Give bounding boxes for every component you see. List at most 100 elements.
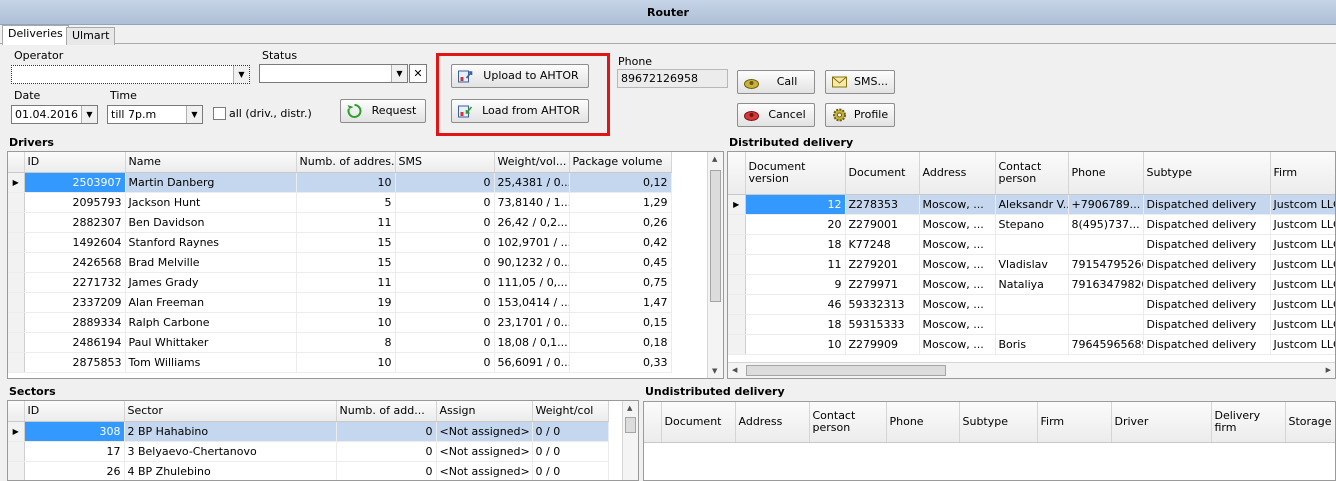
chevron-down-icon[interactable]: ▼ [81, 106, 97, 123]
table-row[interactable]: 10 Z279909 Moscow, ... Boris 79645965689… [728, 334, 1335, 355]
row-indicator [728, 234, 746, 255]
cell-firm: Justcom LLC [1270, 314, 1335, 335]
col-storage-id[interactable]: Storage ID [1285, 402, 1335, 443]
col-phone[interactable]: Phone [886, 402, 960, 443]
date-value: 01.04.2016 [15, 108, 78, 121]
request-label: Request [371, 104, 417, 117]
cell-doc-version: 46 [745, 294, 846, 315]
table-row[interactable]: 2882307 Ben Davidson 11 0 26,42 / 0,2...… [8, 212, 672, 233]
col-sector[interactable]: Sector [124, 401, 337, 422]
col-document[interactable]: Document [661, 402, 736, 443]
tab-deliveries[interactable]: Deliveries [2, 25, 69, 45]
table-row[interactable]: ▶ 2503907 Martin Danberg 10 0 25,4381 / … [8, 172, 672, 193]
table-row[interactable]: ▶ 12 Z278353 Moscow, ... Aleksandr V....… [728, 194, 1335, 215]
col-package-volume[interactable]: Package volume [569, 152, 672, 173]
col-delivery-firm[interactable]: Delivery firm [1211, 402, 1286, 443]
table-row[interactable]: 2889334 Ralph Carbone 10 0 23,1701 / 0..… [8, 312, 672, 333]
cell-contact: Boris [995, 334, 1069, 355]
col-name[interactable]: Name [125, 152, 297, 173]
cancel-button[interactable]: Cancel [737, 103, 815, 127]
col-firm[interactable]: Firm [1037, 402, 1112, 443]
cell-name: Ralph Carbone [125, 312, 297, 333]
scroll-right-icon[interactable]: ▶ [1326, 366, 1331, 374]
col-phone[interactable]: Phone [1068, 152, 1144, 195]
table-row[interactable]: 2271732 James Grady 11 0 111,05 / 0,... … [8, 272, 672, 293]
table-row[interactable]: ▶ 308 2 BP Hahabino 0 <Not assigned> 0 /… [8, 421, 609, 442]
scroll-down-icon[interactable]: ▼ [712, 367, 717, 375]
col-document[interactable]: Document [845, 152, 920, 195]
table-row[interactable]: 2337209 Alan Freeman 19 0 153,0414 / ...… [8, 292, 672, 313]
table-row[interactable]: 18 59315333 Moscow, ... Dispatched deliv… [728, 314, 1335, 335]
table-row[interactable]: 18 K77248 Moscow, ... Dispatched deliver… [728, 234, 1335, 255]
col-numb-addresses[interactable]: Numb. of addres. [296, 152, 396, 173]
col-id[interactable]: ID [24, 152, 126, 173]
col-subtype[interactable]: Subtype [959, 402, 1038, 443]
col-subtype[interactable]: Subtype [1143, 152, 1271, 195]
distributed-horizontal-scrollbar[interactable]: ◀ ▶ [728, 362, 1335, 378]
cell-sms: 0 [395, 332, 495, 353]
cell-numb: 10 [296, 172, 396, 193]
header-indicator [728, 152, 746, 195]
cell-weight: 0 / 0 [532, 441, 609, 462]
chevron-down-icon[interactable]: ▼ [233, 66, 249, 83]
clear-status-icon[interactable]: ✕ [409, 64, 427, 83]
time-select[interactable]: till 7p.m ▼ [107, 105, 203, 124]
operator-select[interactable]: ▼ [11, 65, 250, 84]
cell-doc-version: 9 [745, 274, 846, 295]
col-numb-addresses[interactable]: Numb. of add... [336, 401, 437, 422]
request-button[interactable]: Request [340, 99, 426, 123]
col-contact-person[interactable]: Contact person [995, 152, 1069, 195]
table-row[interactable]: 20 Z279001 Moscow, ... Stepano 8(495)737… [728, 214, 1335, 235]
sectors-vertical-scrollbar[interactable]: ▲ [622, 401, 638, 480]
col-weight-col[interactable]: Weight/col [532, 401, 609, 422]
col-contact-person[interactable]: Contact person [809, 402, 887, 443]
drivers-vertical-scrollbar[interactable]: ▲ ▼ [707, 152, 723, 378]
table-row[interactable]: 2875853 Tom Williams 10 0 56,6091 / 0...… [8, 352, 672, 373]
cell-assign[interactable]: <Not assigned> [436, 461, 533, 480]
cell-numb: 5 [296, 192, 396, 213]
scroll-thumb[interactable] [625, 417, 636, 433]
cell-assign[interactable]: <Not assigned> [436, 421, 533, 442]
status-select[interactable]: ▼ [259, 64, 408, 83]
cell-name: Martin Danberg [125, 172, 297, 193]
upload-to-ahtor-button[interactable]: Upload to AHTOR [451, 64, 589, 88]
scroll-thumb[interactable] [710, 170, 721, 302]
col-address[interactable]: Address [919, 152, 996, 195]
tab-bar: Deliveries Ulmart [0, 25, 1336, 45]
chevron-down-icon[interactable]: ▼ [186, 106, 202, 123]
cell-assign[interactable]: <Not assigned> [436, 441, 533, 462]
col-driver[interactable]: Driver [1111, 402, 1212, 443]
scroll-thumb[interactable] [746, 365, 946, 376]
col-address[interactable]: Address [735, 402, 810, 443]
table-row[interactable]: 17 3 Belyaevo-Chertanovo 0 <Not assigned… [8, 441, 609, 462]
col-document-version[interactable]: Document version [745, 152, 846, 195]
col-firm[interactable]: Firm [1270, 152, 1335, 195]
sms-button[interactable]: SMS... [825, 70, 895, 94]
distributed-grid: Document version Document Address Contac… [727, 151, 1336, 379]
load-from-ahtor-button[interactable]: Load from AHTOR [451, 99, 589, 123]
table-row[interactable]: 11 Z279201 Moscow, ... Vladislav 7915479… [728, 254, 1335, 275]
table-row[interactable]: 9 Z279971 Moscow, ... Nataliya 791634798… [728, 274, 1335, 295]
table-row[interactable]: 2486194 Paul Whittaker 8 0 18,08 / 0,1..… [8, 332, 672, 353]
table-row[interactable]: 26 4 BP Zhulebino 0 <Not assigned> 0 / 0 [8, 461, 609, 480]
date-field[interactable]: 01.04.2016 ▼ [11, 105, 98, 124]
cell-firm: Justcom LLC [1270, 214, 1335, 235]
col-weight-volume[interactable]: Weight/vol... [494, 152, 570, 173]
all-checkbox[interactable] [213, 107, 226, 120]
col-assign[interactable]: Assign [436, 401, 533, 422]
table-row[interactable]: 2426568 Brad Melville 15 0 90,1232 / 0..… [8, 252, 672, 273]
date-label: Date [14, 89, 41, 102]
table-row[interactable]: 2095793 Jackson Hunt 5 0 73,8140 / 1... … [8, 192, 672, 213]
table-row[interactable]: 1492604 Stanford Raynes 15 0 102,9701 / … [8, 232, 672, 253]
call-button[interactable]: Call [737, 70, 815, 94]
scroll-left-icon[interactable]: ◀ [732, 366, 737, 374]
profile-button[interactable]: Profile [825, 103, 895, 127]
col-sms[interactable]: SMS [395, 152, 495, 173]
chevron-down-icon[interactable]: ▼ [391, 65, 407, 82]
col-id[interactable]: ID [24, 401, 125, 422]
cell-id: 2095793 [24, 192, 126, 213]
tab-ulmart[interactable]: Ulmart [66, 27, 116, 45]
scroll-up-icon[interactable]: ▲ [627, 404, 632, 412]
table-row[interactable]: 46 59332313 Moscow, ... Dispatched deliv… [728, 294, 1335, 315]
scroll-up-icon[interactable]: ▲ [712, 155, 717, 163]
